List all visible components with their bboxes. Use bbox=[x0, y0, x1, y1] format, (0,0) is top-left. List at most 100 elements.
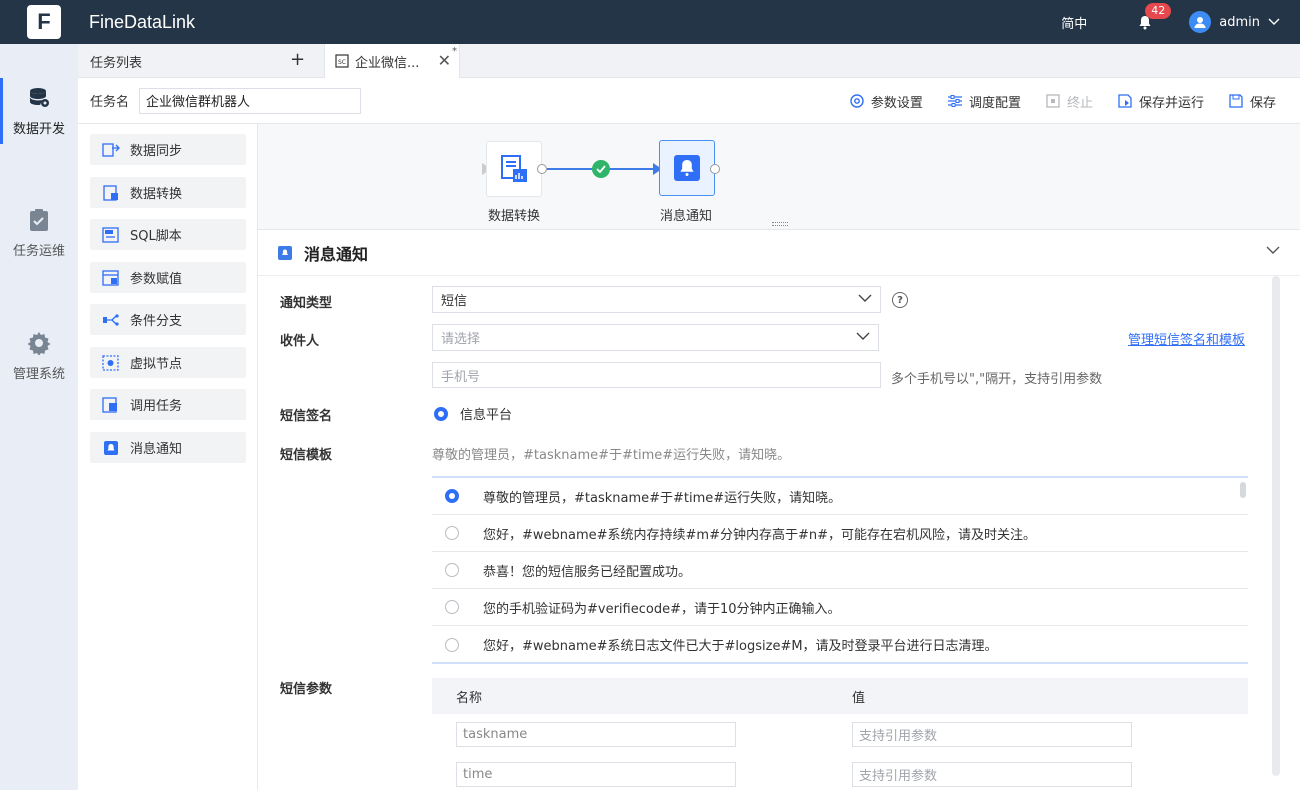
chevron-down-icon[interactable] bbox=[1268, 18, 1280, 26]
node-data-transform[interactable] bbox=[486, 141, 542, 197]
params-table: 名称 值 taskname 支持引用参数 time 支持引用参数 bbox=[432, 678, 1248, 790]
task-doc-icon: SC bbox=[335, 54, 349, 68]
tab-task-list[interactable]: 任务列表 bbox=[78, 44, 324, 78]
param-name-field[interactable]: time bbox=[456, 761, 736, 787]
signature-option[interactable]: 信息平台 bbox=[434, 404, 512, 423]
radio[interactable] bbox=[445, 563, 459, 577]
gear-icon bbox=[27, 332, 51, 355]
svg-text:SC: SC bbox=[338, 59, 346, 66]
phone-input[interactable]: 手机号 bbox=[432, 362, 881, 388]
resize-handle[interactable] bbox=[772, 222, 788, 226]
param-settings-button[interactable]: 参数设置 bbox=[849, 92, 923, 111]
data-transform-icon bbox=[103, 184, 118, 201]
comp-data-transform[interactable]: 数据转换 bbox=[90, 177, 246, 208]
output-port[interactable] bbox=[710, 164, 720, 174]
avatar[interactable] bbox=[1189, 11, 1212, 33]
nav-item-data-dev[interactable]: 数据开发 bbox=[0, 78, 78, 144]
comp-call-task[interactable]: 调用任务 bbox=[90, 389, 246, 420]
task-name-input[interactable]: 企业微信群机器人 bbox=[139, 87, 362, 114]
tab-active-task[interactable]: SC 企业微信... ✕ * bbox=[324, 44, 460, 78]
comp-message-notify[interactable]: 消息通知 bbox=[90, 432, 246, 463]
template-scrollbar[interactable] bbox=[1240, 482, 1246, 498]
param-settings-label: 参数设置 bbox=[870, 95, 923, 111]
save-icon bbox=[1229, 94, 1243, 108]
template-option[interactable]: 尊敬的管理员，#taskname#于#time#运行失败，请知晓。 bbox=[432, 478, 1248, 515]
task-name-label: 任务名 bbox=[90, 95, 130, 110]
radio[interactable] bbox=[445, 526, 459, 540]
stop-icon bbox=[1046, 94, 1060, 108]
signature-label: 短信签名 bbox=[280, 409, 333, 424]
save-and-run-button[interactable]: 保存并运行 bbox=[1117, 92, 1204, 111]
toolbar-actions: 参数设置 调度配置 终止 保存并运行 保存 bbox=[849, 78, 1300, 124]
comp-label: 消息通知 bbox=[130, 442, 183, 457]
phone-hint: 多个手机号以","隔开，支持引用参数 bbox=[891, 372, 1103, 387]
chevron-down-icon[interactable] bbox=[1266, 246, 1280, 255]
node-message-notify[interactable] bbox=[659, 140, 715, 196]
comp-virtual-node[interactable]: 虚拟节点 bbox=[90, 347, 246, 378]
template-text: 尊敬的管理员，#taskname#于#time#运行失败，请知晓。 bbox=[483, 490, 842, 506]
chevron-down-icon bbox=[858, 294, 872, 302]
template-option[interactable]: 您好，#webname#系统内存持续#m#分钟内存高于#n#，可能存在宕机风险，… bbox=[432, 515, 1248, 552]
task-toolbar: 任务名 企业微信群机器人 参数设置 调度配置 终止 保存并运行 保存 bbox=[78, 78, 1300, 124]
template-option[interactable]: 恭喜！您的短信服务已经配置成功。 bbox=[432, 552, 1248, 589]
template-text: 您好，#webname#系统内存持续#m#分钟内存高于#n#，可能存在宕机风险，… bbox=[483, 527, 1037, 543]
template-option[interactable]: 您的手机验证码为#verifiecode#，请于10分钟内正确输入。 bbox=[432, 589, 1248, 626]
param-assign-icon bbox=[102, 269, 119, 286]
radio-selected[interactable] bbox=[434, 406, 448, 421]
left-nav: 数据开发 任务运维 管理系统 bbox=[0, 44, 78, 790]
comp-label: SQL脚本 bbox=[130, 229, 182, 244]
bell-icon bbox=[278, 245, 292, 260]
comp-data-sync[interactable]: 数据同步 bbox=[90, 134, 246, 165]
params-header-value: 值 bbox=[852, 690, 866, 706]
template-text: 恭喜！您的短信服务已经配置成功。 bbox=[483, 564, 692, 580]
schedule-config-button[interactable]: 调度配置 bbox=[947, 92, 1021, 111]
dag-canvas[interactable]: 数据转换 消息通知 bbox=[258, 124, 1300, 230]
stop-label: 终止 bbox=[1066, 95, 1093, 111]
comp-label: 调用任务 bbox=[130, 399, 183, 414]
help-icon[interactable]: ? bbox=[892, 292, 908, 308]
radio[interactable] bbox=[445, 637, 459, 652]
close-icon[interactable]: ✕ bbox=[438, 51, 451, 70]
nav-item-admin[interactable]: 管理系统 bbox=[0, 331, 78, 382]
notification-badge: 42 bbox=[1145, 3, 1172, 19]
settings-icon bbox=[850, 94, 864, 108]
template-text: 您好，#webname#系统日志文件已大于#logsize#M，请及时登录平台进… bbox=[483, 639, 998, 654]
radio-selected[interactable] bbox=[445, 489, 459, 503]
notification-button[interactable]: 42 bbox=[1135, 3, 1172, 32]
save-label: 保存 bbox=[1249, 95, 1276, 111]
branch-icon bbox=[103, 313, 119, 326]
param-name-field[interactable]: taskname bbox=[456, 721, 736, 747]
params-header-name: 名称 bbox=[456, 690, 483, 706]
top-right-actions: 简中 42 admin bbox=[1061, 0, 1300, 44]
notify-type-select[interactable]: 短信 bbox=[432, 286, 881, 313]
success-check-icon bbox=[592, 160, 610, 178]
nav-item-task-ops[interactable]: 任务运维 bbox=[0, 208, 78, 259]
comp-sql-script[interactable]: SQL脚本 bbox=[90, 219, 246, 250]
params-table-header: 名称 值 bbox=[432, 678, 1248, 714]
save-button[interactable]: 保存 bbox=[1228, 92, 1276, 111]
panel-scrollbar[interactable] bbox=[1272, 276, 1280, 776]
user-name[interactable]: admin bbox=[1219, 15, 1260, 30]
language-switch[interactable]: 简中 bbox=[1061, 13, 1087, 32]
manage-sms-link[interactable]: 管理短信签名和模板 bbox=[1128, 329, 1245, 348]
add-tab-button[interactable]: + bbox=[290, 51, 305, 69]
comp-label: 虚拟节点 bbox=[130, 357, 183, 372]
param-value-field[interactable]: 支持引用参数 bbox=[852, 761, 1132, 787]
radio[interactable] bbox=[445, 600, 459, 614]
comp-param-assign[interactable]: 参数赋值 bbox=[90, 262, 246, 293]
logo-letter: F bbox=[37, 9, 51, 34]
comp-branch[interactable]: 条件分支 bbox=[90, 304, 246, 335]
chevron-down-icon bbox=[856, 332, 870, 340]
comp-label: 参数赋值 bbox=[130, 272, 183, 287]
app-logo[interactable]: F bbox=[27, 5, 61, 39]
save-and-run-label: 保存并运行 bbox=[1138, 95, 1204, 111]
save-run-icon bbox=[1118, 94, 1132, 108]
brand-name: FineDataLink bbox=[89, 11, 196, 32]
param-value-field[interactable]: 支持引用参数 bbox=[852, 721, 1132, 747]
output-port[interactable] bbox=[537, 164, 547, 174]
nav-label: 数据开发 bbox=[12, 122, 65, 137]
template-option[interactable]: 您好，#webname#系统日志文件已大于#logsize#M，请及时登录平台进… bbox=[432, 626, 1248, 662]
recipient-select[interactable]: 请选择 bbox=[432, 324, 879, 351]
notify-type-value: 短信 bbox=[441, 294, 468, 309]
stop-button[interactable]: 终止 bbox=[1045, 92, 1093, 111]
